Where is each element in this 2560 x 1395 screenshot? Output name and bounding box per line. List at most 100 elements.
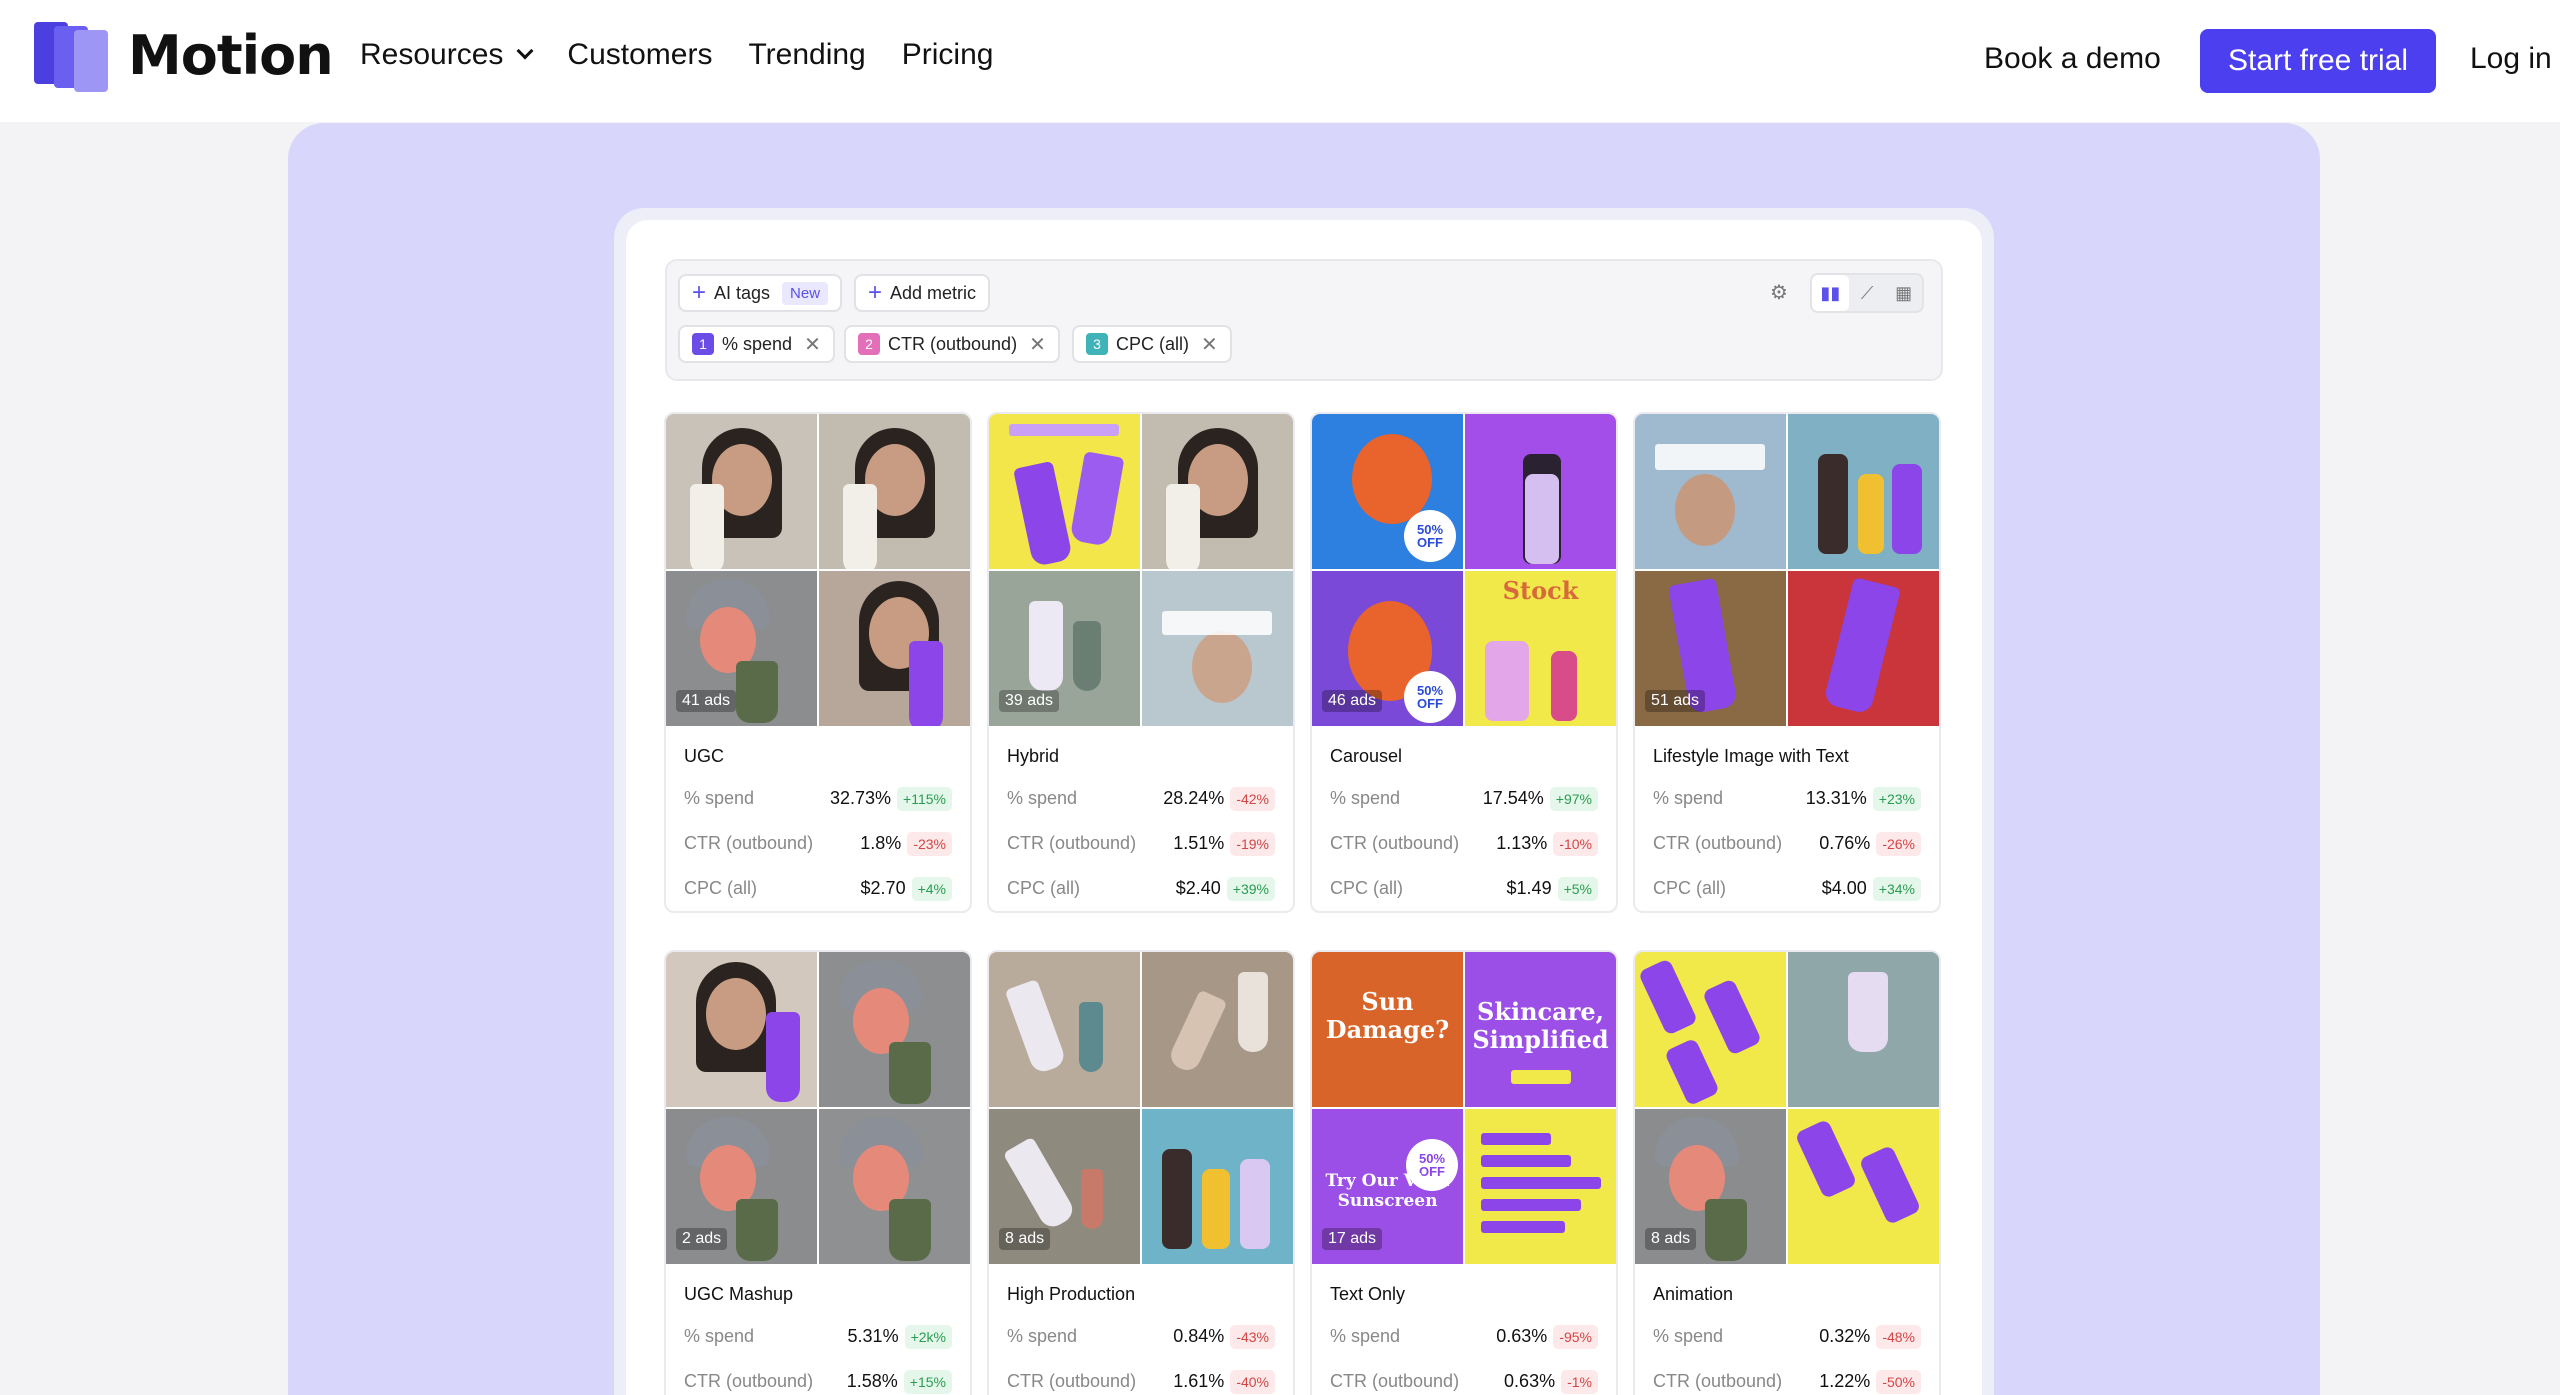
metric-chip-number: 2 [858, 333, 880, 355]
brand-logo[interactable]: Motion [34, 22, 334, 92]
carousel-tile: Stock [1465, 571, 1616, 726]
creative-thumbnail: 50% OFF 50% OFF Stock 46 ads [1312, 414, 1616, 726]
metric-value: 1.22% [1819, 1371, 1871, 1391]
metric-value: 0.76% [1819, 833, 1871, 853]
login-link[interactable]: Log in [2470, 42, 2552, 76]
text-only-tile: Skincare, Simplified [1465, 952, 1616, 1107]
card-title: High Production [1007, 1284, 1136, 1304]
metric-chip-spend[interactable]: 1 % spend ✕ [678, 325, 835, 363]
metric-value: 13.31% [1805, 788, 1867, 808]
ugc-mashup-tile [666, 952, 817, 1107]
metric-value: $2.40 [1175, 878, 1221, 898]
creative-thumbnail: Sun Damage? Skincare, Simplified 50% OFF… [1312, 952, 1616, 1264]
creative-card[interactable]: 51 ads Lifestyle Image with Text % spend… [1633, 412, 1941, 913]
new-badge: New [782, 281, 829, 305]
nav-customers[interactable]: Customers [567, 38, 712, 72]
card-title: Text Only [1330, 1284, 1406, 1304]
creative-card[interactable]: 50% OFF 50% OFF Stock 46 ads Carousel % … [1310, 412, 1618, 913]
high-production-tile [989, 952, 1140, 1107]
metric-name: % spend [1330, 1326, 1401, 1346]
metric-name: % spend [1330, 788, 1401, 808]
metric-name: CTR (outbound) [1007, 1371, 1137, 1391]
metric-delta: -19% [1230, 831, 1275, 856]
metric-value: 1.13% [1496, 833, 1548, 853]
metric-row: CTR (outbound) 1.61% -40% [989, 1359, 1293, 1395]
metric-chip-label: CPC (all) [1116, 333, 1190, 354]
creative-thumbnail: 2 ads [666, 952, 970, 1264]
plus-icon: + [868, 279, 883, 306]
metric-chip-number: 1 [692, 333, 714, 355]
ai-tags-button[interactable]: + AI tags New [678, 274, 843, 312]
metric-value: $1.49 [1506, 878, 1552, 898]
metric-name: CPC (all) [1330, 878, 1404, 898]
metric-name: CTR (outbound) [1330, 1371, 1460, 1391]
creative-card[interactable]: 8 ads Animation % spend 0.32% -48% CTR (ou… [1633, 950, 1941, 1395]
metric-delta: +39% [1226, 876, 1275, 901]
grid-view-icon[interactable]: ▦ [1885, 275, 1922, 311]
creative-thumbnail: 8 ads [989, 952, 1293, 1264]
metric-name: CTR (outbound) [684, 833, 814, 853]
close-icon[interactable]: ✕ [1201, 332, 1218, 357]
metric-delta: -48% [1876, 1324, 1921, 1349]
metric-delta: -42% [1230, 786, 1275, 811]
hybrid-tile [1142, 571, 1293, 726]
metric-chip-ctr[interactable]: 2 CTR (outbound) ✕ [844, 325, 1060, 363]
metric-delta: -10% [1553, 831, 1598, 856]
metric-value: $4.00 [1821, 878, 1867, 898]
creative-card[interactable]: 39 ads Hybrid % spend 28.24% -42% CTR (out… [987, 412, 1295, 913]
metric-name: CTR (outbound) [1007, 833, 1137, 853]
metric-value: 0.32% [1819, 1326, 1871, 1346]
card-title: Lifestyle Image with Text [1653, 746, 1849, 766]
creative-card[interactable]: 2 ads UGC Mashup % spend 5.31% +2k% CTR (o… [664, 950, 972, 1395]
metric-row: % spend 28.24% -42% [989, 776, 1293, 821]
ugc-tile [666, 414, 817, 569]
metric-name: % spend [1007, 1326, 1078, 1346]
ai-tags-label: AI tags [714, 282, 771, 303]
metric-delta: -43% [1230, 1324, 1275, 1349]
ugc-tile [819, 414, 970, 569]
metric-row: % spend 32.73% +115% [666, 776, 970, 821]
book-demo-link[interactable]: Book a demo [1984, 42, 2161, 76]
metric-name: % spend [1653, 1326, 1724, 1346]
metric-row: % spend 0.32% -48% [1635, 1314, 1939, 1359]
metric-name: CTR (outbound) [1653, 833, 1783, 853]
creative-card[interactable]: 41 ads UGC % spend 32.73% +115% CTR (outbo… [664, 412, 972, 913]
metric-row: CTR (outbound) 1.58% +15% [666, 1359, 970, 1395]
close-icon[interactable]: ✕ [804, 332, 821, 357]
creative-card[interactable]: 8 ads High Production % spend 0.84% -43% C… [987, 950, 1295, 1395]
high-production-tile [1142, 952, 1293, 1107]
metric-delta: -95% [1553, 1324, 1598, 1349]
start-free-trial-button[interactable]: Start free trial [2200, 29, 2436, 93]
metric-delta: +34% [1872, 876, 1921, 901]
metric-delta: +4% [911, 876, 952, 901]
ads-count: 8 ads [1645, 1228, 1697, 1250]
close-icon[interactable]: ✕ [1029, 332, 1046, 357]
metric-delta: +2k% [904, 1324, 952, 1349]
bar-chart-view-icon[interactable]: ▮▮ [1812, 275, 1849, 311]
metric-name: % spend [1007, 788, 1078, 808]
metric-value: 0.63% [1496, 1326, 1548, 1346]
metric-delta: +5% [1557, 876, 1598, 901]
text-only-tile [1465, 1109, 1616, 1264]
card-title: UGC Mashup [684, 1284, 794, 1304]
line-chart-view-icon[interactable]: ⟋ [1849, 275, 1886, 311]
hybrid-tile [989, 414, 1140, 569]
metric-chip-cpc[interactable]: 3 CPC (all) ✕ [1072, 325, 1232, 363]
lifestyle-tile [1788, 414, 1939, 569]
ads-count: 8 ads [999, 1228, 1051, 1250]
metric-name: CTR (outbound) [1653, 1371, 1783, 1391]
add-metric-button[interactable]: + Add metric [854, 274, 991, 312]
creative-card[interactable]: Sun Damage? Skincare, Simplified 50% OFF… [1310, 950, 1618, 1395]
nav-resources[interactable]: Resources [360, 38, 534, 72]
settings-icon[interactable]: ⚙ [1770, 280, 1788, 305]
nav-pricing[interactable]: Pricing [902, 38, 994, 72]
tile-headline: Try Our Viral Sunscreen [1325, 1171, 1450, 1211]
nav-trending[interactable]: Trending [748, 38, 865, 72]
add-metric-label: Add metric [890, 282, 977, 303]
animation-tile [1788, 1109, 1939, 1264]
metric-value: 1.51% [1173, 833, 1225, 853]
motion-logo-icon [34, 22, 112, 92]
metric-row: % spend 5.31% +2k% [666, 1314, 970, 1359]
metric-delta: +115% [897, 786, 952, 811]
creative-thumbnail: 39 ads [989, 414, 1293, 726]
